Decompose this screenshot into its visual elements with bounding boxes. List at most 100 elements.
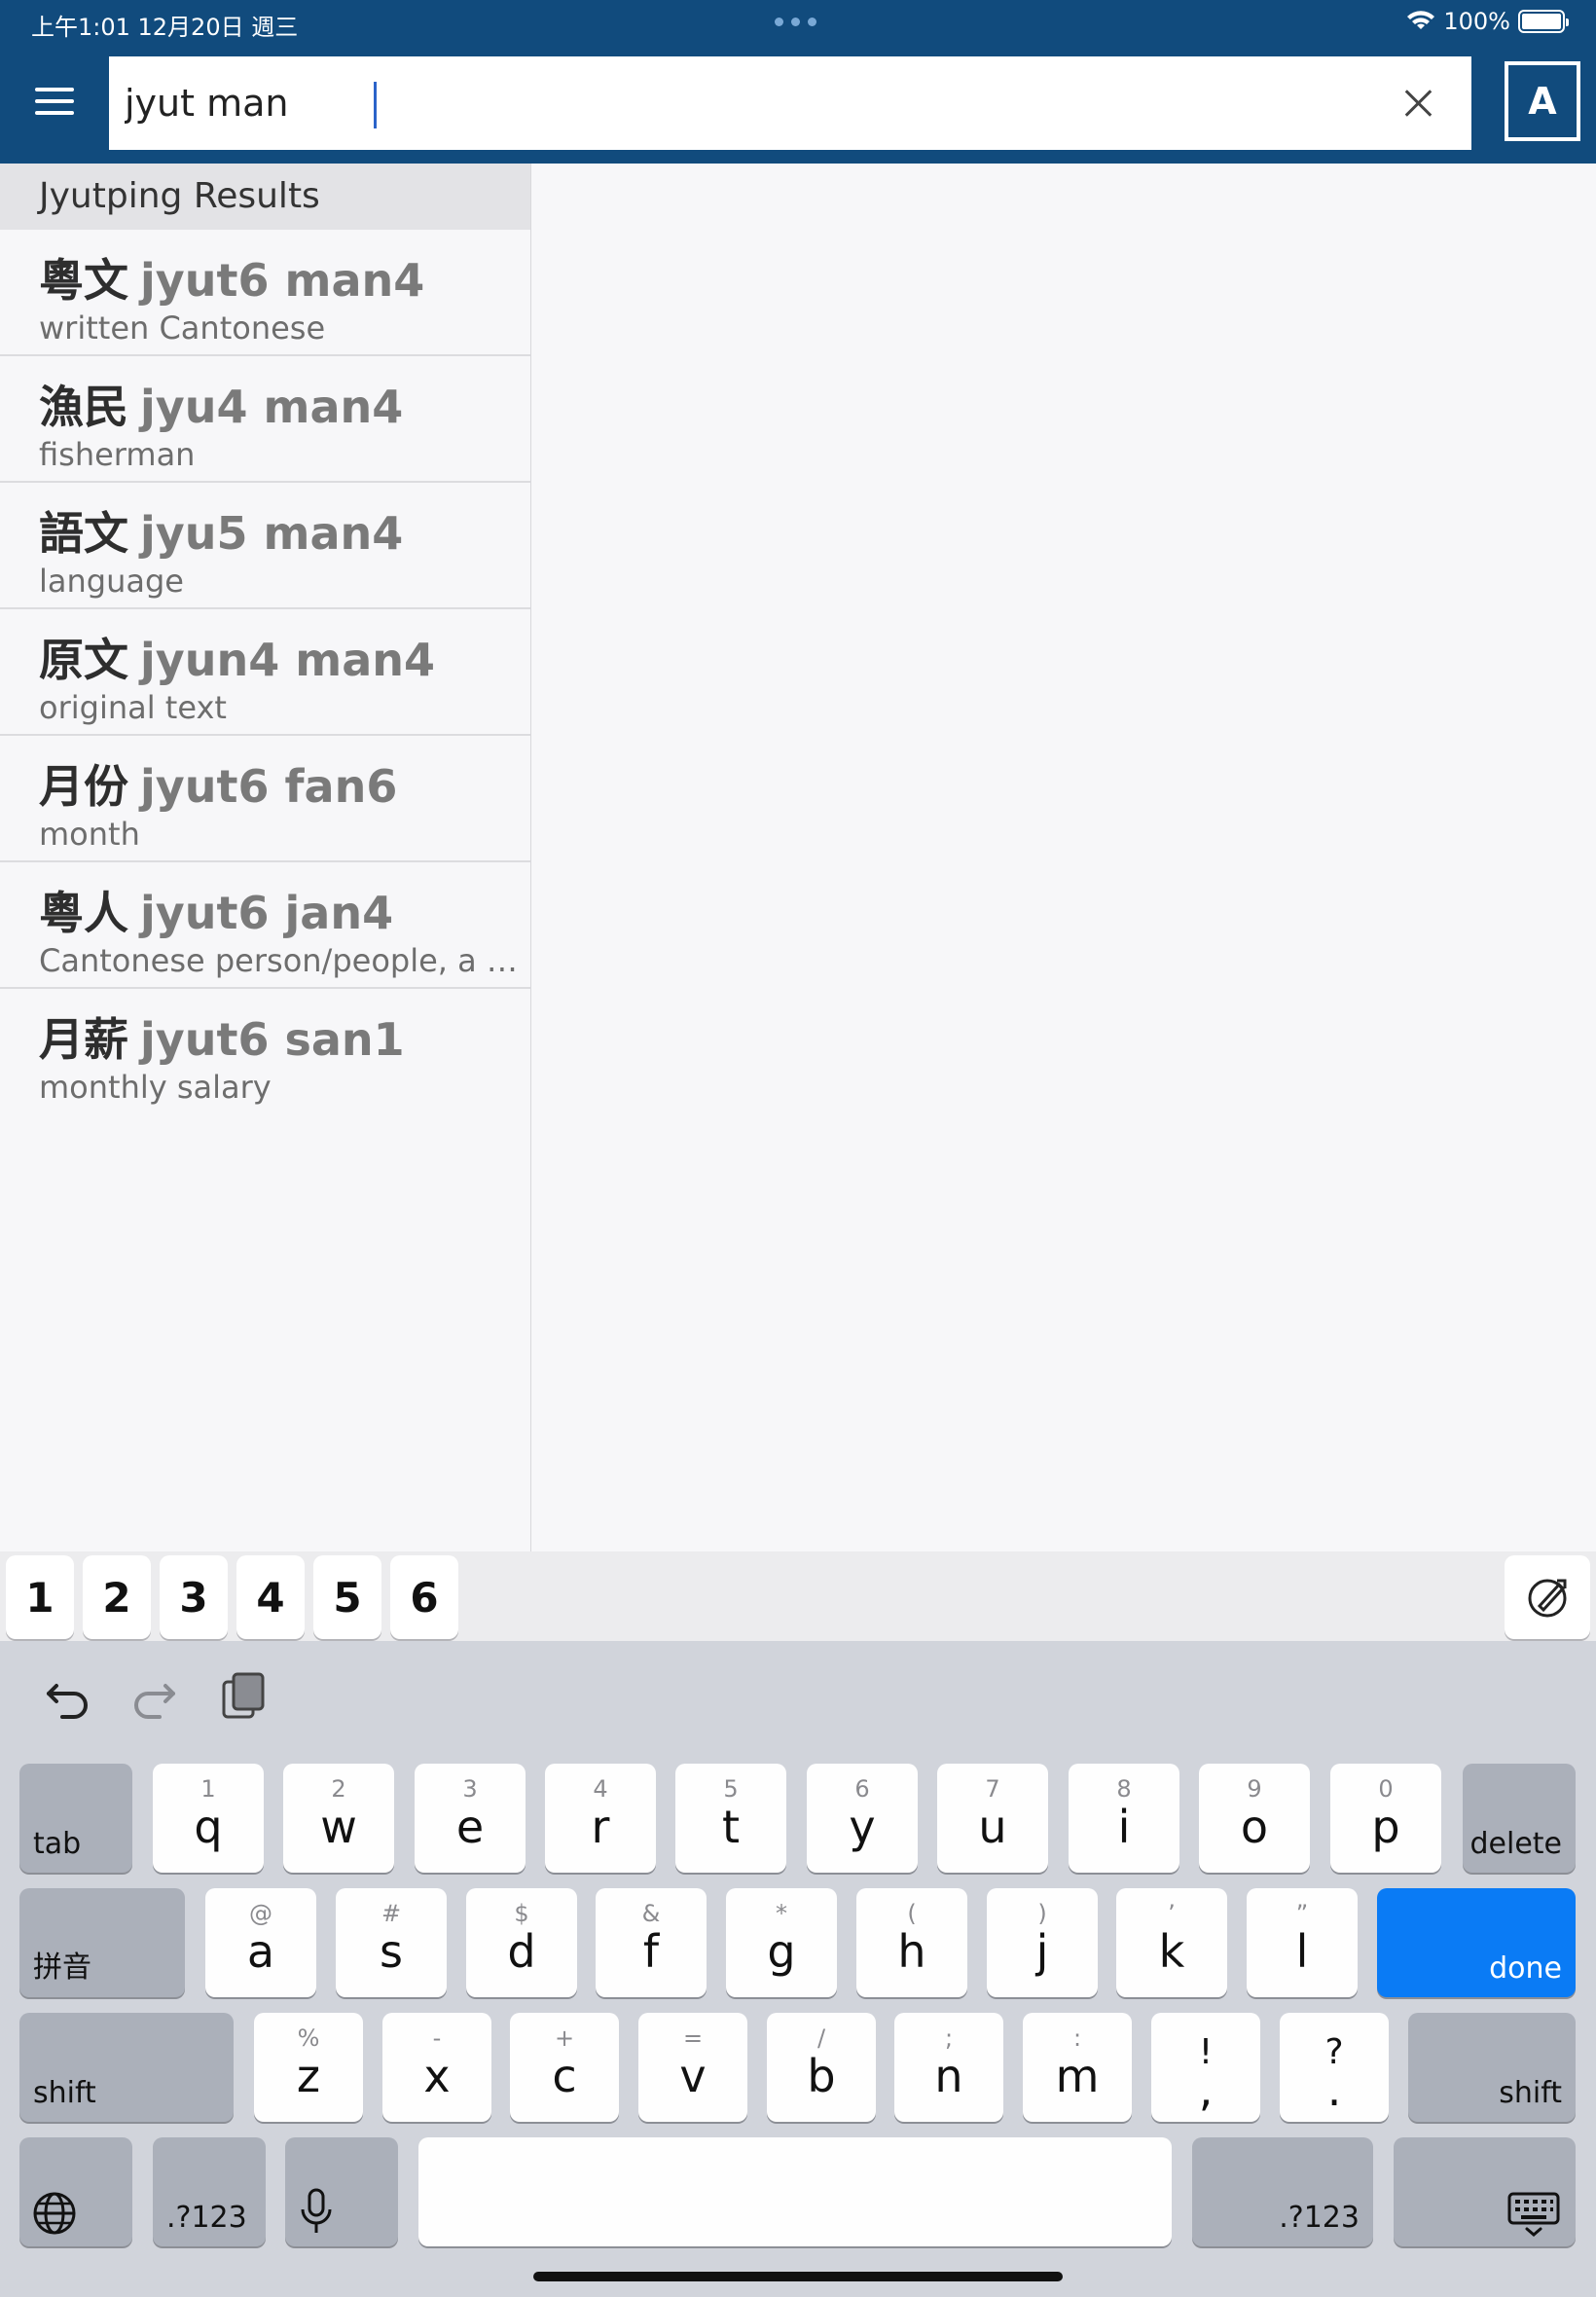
result-row[interactable]: 粵文 jyut6 man4 written Cantonese [0, 230, 530, 356]
result-jyutping: jyut6 fan6 [140, 760, 398, 813]
result-chinese: 語文 [39, 507, 128, 560]
key-comma[interactable]: !, [1151, 2013, 1260, 2122]
numbers-key-left[interactable]: .?123 [153, 2137, 266, 2246]
tone-candidate-bar: 1 2 3 4 5 6 [0, 1551, 1596, 1641]
search-language-button[interactable]: A [1505, 61, 1580, 141]
key-v[interactable]: = v [638, 2013, 747, 2122]
key-f[interactable]: & f [596, 1888, 707, 1997]
clear-search-button[interactable] [1401, 86, 1436, 121]
result-jyutping: jyu4 man4 [140, 381, 404, 433]
key-s[interactable]: # s [336, 1888, 447, 1997]
key-z[interactable]: % z [254, 2013, 363, 2122]
search-input[interactable] [125, 56, 1370, 150]
tone-key-2[interactable]: 2 [83, 1555, 151, 1639]
hide-keyboard-key[interactable] [1394, 2137, 1576, 2246]
globe-icon [33, 2192, 76, 2235]
result-jyutping: jyut6 man4 [140, 254, 425, 307]
text-caret [374, 82, 377, 128]
numbers-key-right[interactable]: .?123 [1192, 2137, 1373, 2246]
home-indicator[interactable] [533, 2272, 1063, 2281]
key-u[interactable]: 7u [937, 1764, 1048, 1873]
microphone-icon [301, 2188, 332, 2233]
tone-key-1[interactable]: 1 [6, 1555, 74, 1639]
done-key[interactable]: done [1377, 1888, 1576, 1997]
result-jyutping: jyut6 san1 [140, 1013, 405, 1066]
menu-button[interactable] [35, 88, 74, 117]
hamburger-icon [35, 88, 74, 91]
key-period[interactable]: ?. [1280, 2013, 1389, 2122]
status-bar: 上午1:01 12月20日 週三 100% [0, 0, 1596, 47]
key-e[interactable]: 3e [415, 1764, 526, 1873]
key-t[interactable]: 5t [675, 1764, 786, 1873]
result-row[interactable]: 月份 jyut6 fan6 month [0, 736, 530, 862]
result-chinese: 月份 [39, 760, 128, 813]
result-definition: language [39, 563, 184, 600]
key-w[interactable]: 2w [283, 1764, 394, 1873]
key-k[interactable]: ’ k [1116, 1888, 1227, 1997]
tab-key[interactable]: tab [19, 1764, 132, 1873]
result-chinese: 原文 [39, 634, 128, 686]
result-definition: original text [39, 689, 227, 726]
dictation-key[interactable] [285, 2137, 398, 2246]
tone-key-5[interactable]: 5 [313, 1555, 381, 1639]
result-chinese: 粵人 [39, 887, 128, 939]
space-key[interactable] [418, 2137, 1172, 2246]
keyboard-settings-button[interactable] [1505, 1555, 1590, 1639]
key-b[interactable]: / b [767, 2013, 876, 2122]
tone-key-3[interactable]: 3 [160, 1555, 228, 1639]
key-j[interactable]: ) j [987, 1888, 1098, 1997]
result-jyutping: jyun4 man4 [140, 634, 435, 686]
keyboard-dismiss-icon [1507, 2192, 1560, 2237]
shift-key-right[interactable]: shift [1408, 2013, 1576, 2122]
result-definition: fisherman [39, 436, 196, 473]
tone-key-4[interactable]: 4 [236, 1555, 305, 1639]
key-h[interactable]: (h [856, 1888, 967, 1997]
undo-icon[interactable] [41, 1668, 95, 1723]
key-m[interactable]: :m [1023, 2013, 1132, 2122]
detail-pane [532, 164, 1596, 1551]
key-c[interactable]: + c [510, 2013, 619, 2122]
result-row[interactable]: 原文 jyun4 man4 original text [0, 609, 530, 736]
result-chinese: 粵文 [39, 254, 128, 307]
battery-icon [1518, 10, 1569, 33]
key-x[interactable]: -x [382, 2013, 491, 2122]
result-jyutping: jyu5 man4 [140, 507, 404, 560]
battery-percent: 100% [1443, 8, 1510, 35]
key-y[interactable]: 6y [807, 1764, 918, 1873]
multitasking-dots-icon[interactable] [775, 18, 816, 26]
status-indicators: 100% [1406, 8, 1569, 35]
result-definition: monthly salary [39, 1069, 272, 1106]
tone-key-6[interactable]: 6 [390, 1555, 458, 1639]
shift-key-left[interactable]: shift [19, 2013, 234, 2122]
key-d[interactable]: $ d [466, 1888, 577, 1997]
pinyin-key[interactable]: 拼音 [19, 1888, 185, 1997]
result-jyutping: jyut6 jan4 [140, 887, 394, 939]
result-row[interactable]: 漁民 jyu4 man4 fisherman [0, 356, 530, 483]
key-p[interactable]: 0p [1330, 1764, 1441, 1873]
result-chinese: 漁民 [39, 381, 128, 433]
result-definition: written Cantonese [39, 310, 326, 346]
search-box[interactable] [109, 56, 1471, 150]
key-n[interactable]: ; n [894, 2013, 1003, 2122]
key-r[interactable]: 4r [545, 1764, 656, 1873]
key-o[interactable]: 9o [1199, 1764, 1310, 1873]
result-row[interactable]: 粵人 jyut6 jan4 Cantonese person/people, a … [0, 862, 530, 989]
key-q[interactable]: 1q [153, 1764, 264, 1873]
results-list: 粵文 jyut6 man4 written Cantonese 漁民 jyu4 ma… [0, 230, 530, 1115]
key-g[interactable]: * g [726, 1888, 837, 1997]
result-row[interactable]: 語文 jyu5 man4 language [0, 483, 530, 609]
key-l[interactable]: ” l [1247, 1888, 1358, 1997]
globe-key[interactable] [19, 2137, 132, 2246]
key-i[interactable]: 8i [1069, 1764, 1179, 1873]
results-panel: Jyutping Results 粵文 jyut6 man4 written Ca… [0, 164, 531, 1551]
result-chinese: 月薪 [39, 1013, 128, 1066]
compass-edit-icon [1528, 1579, 1567, 1618]
result-definition: month [39, 816, 140, 853]
paste-icon[interactable] [216, 1668, 271, 1723]
redo-icon[interactable] [127, 1668, 181, 1723]
status-time: 上午1:01 12月20日 週三 [31, 14, 299, 41]
delete-key[interactable]: delete [1463, 1764, 1576, 1873]
result-row[interactable]: 月薪 jyut6 san1 monthly salary [0, 989, 530, 1115]
key-a[interactable]: @ a [205, 1888, 316, 1997]
results-section-header: Jyutping Results [0, 164, 530, 230]
